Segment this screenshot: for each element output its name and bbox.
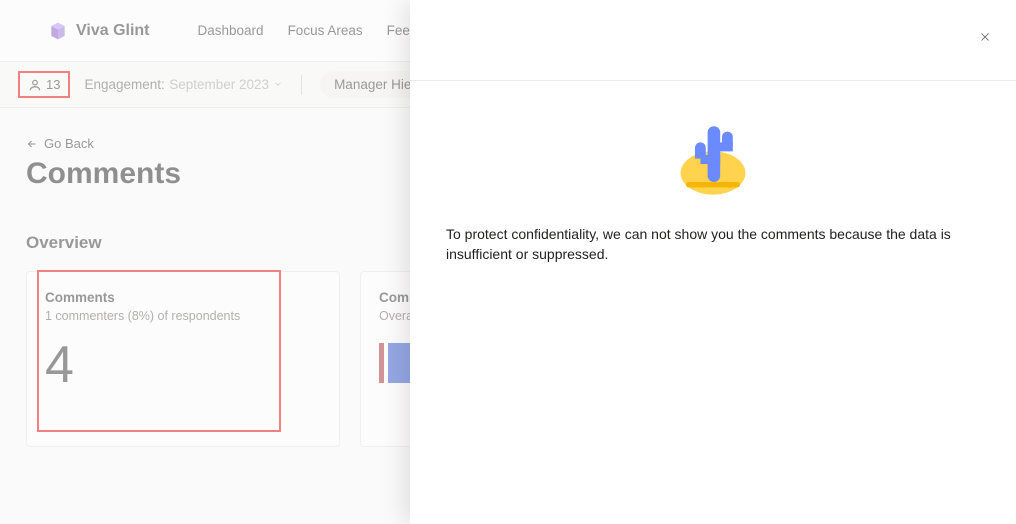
user-count-badge[interactable]: 13	[18, 71, 70, 98]
cactus-icon	[668, 110, 758, 200]
comments-count-value: 4	[45, 339, 321, 391]
chevron-down-icon	[273, 79, 283, 89]
person-icon	[28, 78, 42, 92]
empty-state-illustration	[446, 110, 980, 200]
close-icon	[978, 30, 992, 44]
confidentiality-message: To protect confidentiality, we can not s…	[446, 224, 980, 265]
sentiment-negative-segment	[379, 343, 384, 383]
arrow-left-icon	[26, 138, 38, 150]
panel-content: To protect confidentiality, we can not s…	[410, 0, 1016, 265]
comments-card-subtitle: 1 commenters (8%) of respondents	[45, 309, 321, 323]
engagement-filter[interactable]: Engagement: September 2023	[84, 76, 283, 94]
nav-dashboard[interactable]: Dashboard	[198, 23, 264, 38]
go-back-link[interactable]: Go Back	[26, 136, 94, 151]
brand-name: Viva Glint	[76, 22, 150, 40]
engagement-label: Engagement:	[84, 77, 164, 92]
engagement-value: September 2023	[169, 77, 283, 92]
viva-glint-logo-icon	[48, 21, 68, 41]
go-back-label: Go Back	[44, 136, 94, 151]
comments-card[interactable]: Comments 1 commenters (8%) of respondent…	[26, 271, 340, 447]
close-button[interactable]	[976, 28, 994, 46]
side-panel: To protect confidentiality, we can not s…	[410, 0, 1016, 524]
user-count-value: 13	[46, 77, 60, 92]
filter-divider	[301, 75, 302, 95]
top-nav: Dashboard Focus Areas Feed	[198, 23, 418, 38]
comments-card-title: Comments	[45, 290, 321, 305]
nav-focus-areas[interactable]: Focus Areas	[288, 23, 363, 38]
brand-logo[interactable]: Viva Glint	[48, 21, 150, 41]
panel-divider	[410, 80, 1016, 81]
